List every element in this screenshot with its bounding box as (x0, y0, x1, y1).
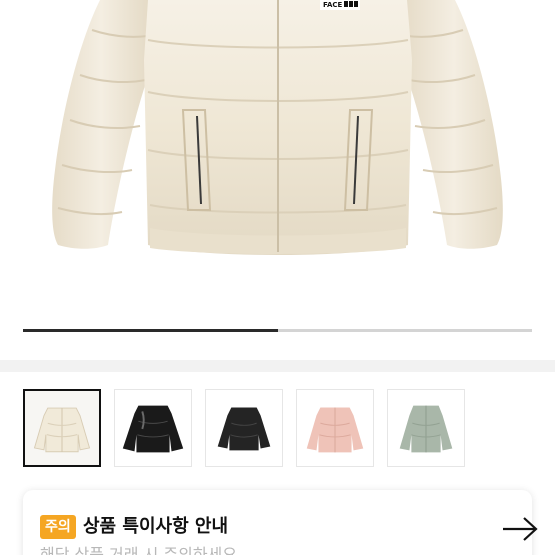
thumbnail-black[interactable] (205, 389, 283, 467)
carousel-progress-bar (23, 329, 532, 332)
jacket-thumbnail-image (297, 390, 373, 466)
product-detail-page: FACE 주의 상품 특이사항 안내 해당 상품 거래 시 주의하세요 (0, 0, 555, 555)
jacket-thumbnail-image (206, 390, 282, 466)
carousel-progress-fill (23, 329, 278, 332)
jacket-thumbnail-image (388, 390, 464, 466)
thumbnail-black-glossy[interactable] (114, 389, 192, 467)
notice-title: 상품 특이사항 안내 (83, 516, 229, 537)
notice-subtitle: 해당 상품 거래 시 주의하세요 (40, 545, 237, 555)
brand-logo: FACE (323, 1, 343, 9)
jacket-thumbnail-image (25, 391, 99, 465)
thumbnail-ivory[interactable] (23, 389, 101, 467)
jacket-illustration: FACE (52, 0, 503, 255)
product-main-image[interactable]: FACE (0, 0, 555, 360)
product-notice-card[interactable]: 주의 상품 특이사항 안내 해당 상품 거래 시 주의하세요 (23, 490, 538, 555)
caution-badge: 주의 (40, 515, 76, 539)
arrow-right-icon[interactable] (501, 516, 539, 542)
section-divider (0, 360, 555, 372)
thumbnail-pink[interactable] (296, 389, 374, 467)
thumbnail-sage[interactable] (387, 389, 465, 467)
jacket-thumbnail-image (115, 390, 191, 466)
